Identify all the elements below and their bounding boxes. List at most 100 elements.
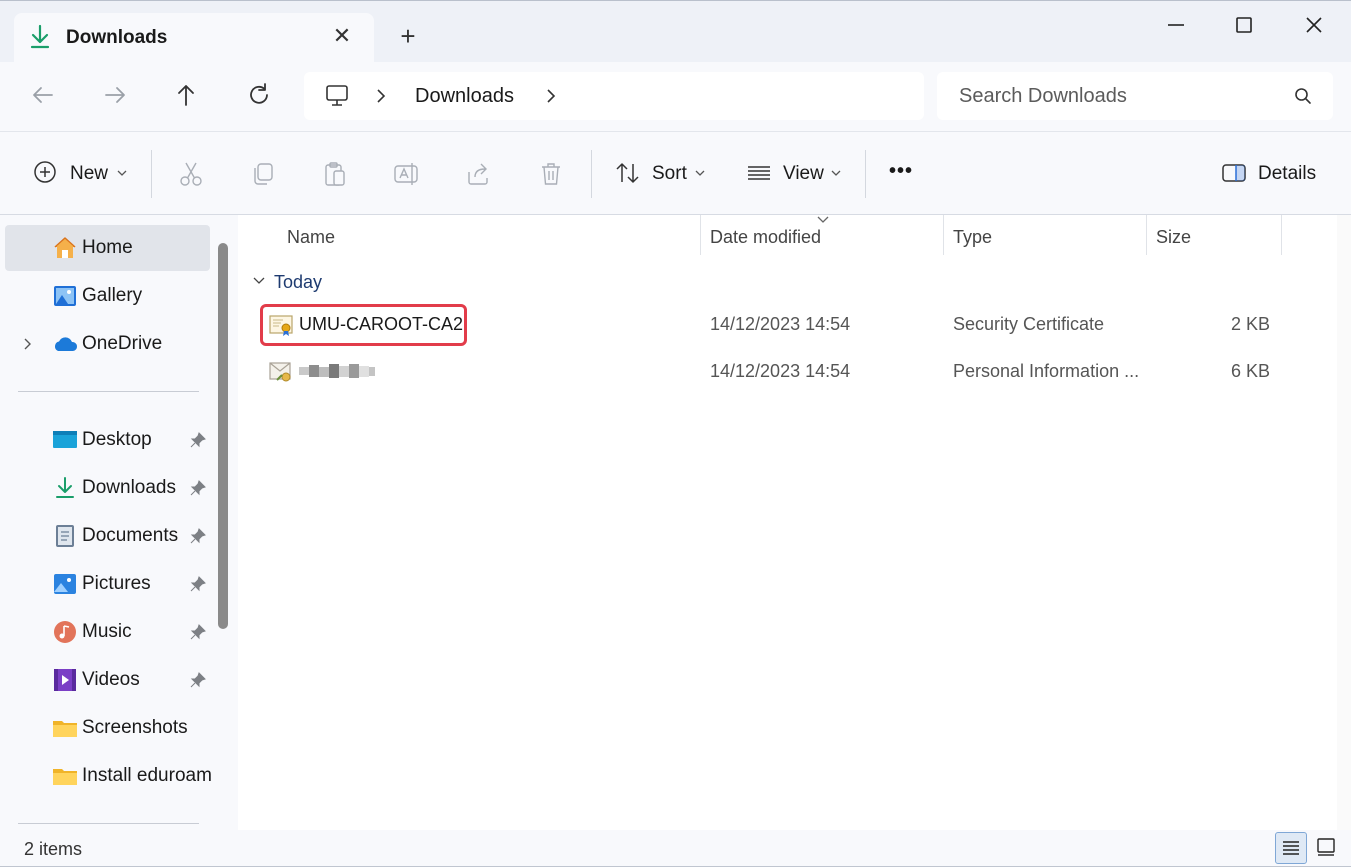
- sidebar-divider: [18, 391, 199, 392]
- details-view-button[interactable]: [1275, 832, 1307, 864]
- chevron-down-icon: [253, 277, 265, 284]
- breadcrumb-downloads[interactable]: Downloads: [415, 85, 514, 108]
- file-list-scrollbar[interactable]: [1337, 215, 1351, 830]
- view-label: View: [783, 163, 824, 184]
- sidebar-item-label: Music: [82, 621, 132, 642]
- refresh-button[interactable]: [244, 80, 274, 110]
- column-header-type[interactable]: Type: [953, 227, 992, 248]
- column-separator[interactable]: [1281, 215, 1282, 255]
- chevron-right-icon[interactable]: [21, 335, 35, 353]
- item-count: 2 items: [24, 839, 83, 859]
- pin-icon[interactable]: [190, 480, 206, 496]
- gallery-icon: [54, 286, 76, 306]
- sidebar-item-downloads[interactable]: Downloads: [5, 465, 210, 511]
- sidebar-item-desktop[interactable]: Desktop: [5, 417, 210, 463]
- cut-icon[interactable]: [177, 160, 205, 188]
- chevron-right-icon[interactable]: [374, 86, 388, 106]
- sort-label: Sort: [652, 163, 687, 184]
- table-row[interactable]: 14/12/2023 14:54 Personal Information ..…: [252, 349, 1292, 395]
- sort-button[interactable]: Sort: [614, 158, 708, 190]
- toolbar-separator: [865, 150, 866, 198]
- personal-info-icon: [269, 362, 291, 382]
- chevron-right-icon[interactable]: [544, 86, 558, 106]
- address-bar[interactable]: Downloads: [304, 72, 924, 120]
- sidebar-item-install-eduroam[interactable]: Install eduroam: [5, 753, 212, 799]
- tab-close-button[interactable]: ✕: [330, 25, 354, 49]
- file-list: Name Date modified Type Size Today UMU-C…: [238, 215, 1351, 830]
- minimize-button[interactable]: [1158, 9, 1194, 41]
- file-type: Personal Information ...: [953, 361, 1140, 381]
- pin-icon[interactable]: [190, 432, 206, 448]
- plus-circle-icon: [34, 161, 56, 183]
- maximize-button[interactable]: [1226, 9, 1262, 41]
- large-icons-view-icon: [1317, 838, 1335, 856]
- downloads-icon: [56, 477, 74, 498]
- up-button[interactable]: [171, 80, 201, 110]
- column-header-name[interactable]: Name: [287, 227, 335, 248]
- pin-icon[interactable]: [190, 672, 206, 688]
- sidebar-scrollbar-thumb[interactable]: [218, 243, 228, 629]
- tab-downloads[interactable]: Downloads ✕: [14, 13, 374, 63]
- sidebar-item-label: Downloads: [82, 477, 176, 498]
- back-button[interactable]: [28, 80, 58, 110]
- column-header-size[interactable]: Size: [1156, 227, 1191, 248]
- rename-icon[interactable]: [392, 160, 420, 188]
- table-row[interactable]: UMU-CAROOT-CA2 14/12/2023 14:54 Security…: [252, 302, 1292, 348]
- folder-icon: [53, 769, 77, 785]
- details-button[interactable]: Details: [1221, 158, 1321, 190]
- sidebar-item-documents[interactable]: Documents: [5, 513, 210, 559]
- sidebar-item-label: Install eduroam: [82, 765, 212, 786]
- sidebar-item-label: Pictures: [82, 573, 151, 594]
- sidebar-item-music[interactable]: Music: [5, 609, 210, 655]
- file-size: 6 KB: [1230, 361, 1270, 381]
- file-name[interactable]: UMU-CAROOT-CA2: [299, 314, 463, 335]
- sidebar-item-gallery[interactable]: Gallery: [5, 273, 210, 319]
- column-separator[interactable]: [1146, 215, 1147, 255]
- column-separator[interactable]: [700, 215, 701, 255]
- music-icon: [54, 621, 76, 643]
- details-view-icon: [1283, 841, 1299, 855]
- new-tab-button[interactable]: +: [394, 23, 422, 51]
- large-icons-view-button[interactable]: [1310, 832, 1342, 864]
- navigation-bar: Downloads Search Downloads: [0, 62, 1351, 131]
- sidebar-item-screenshots[interactable]: Screenshots: [5, 705, 210, 751]
- certificate-icon: [269, 315, 293, 336]
- file-type: Security Certificate: [953, 314, 1105, 334]
- new-button[interactable]: New: [32, 158, 132, 190]
- file-size: 2 KB: [1230, 314, 1270, 334]
- this-pc-icon[interactable]: [324, 84, 350, 108]
- column-separator[interactable]: [943, 215, 944, 255]
- more-options-button[interactable]: •••: [889, 160, 913, 183]
- search-box[interactable]: Search Downloads: [937, 72, 1333, 120]
- sidebar-item-videos[interactable]: Videos: [5, 657, 210, 703]
- sidebar-item-pictures[interactable]: Pictures: [5, 561, 210, 607]
- pin-icon[interactable]: [190, 576, 206, 592]
- file-date: 14/12/2023 14:54: [710, 314, 851, 334]
- group-label: Today: [274, 272, 323, 292]
- folder-icon: [53, 721, 77, 737]
- copy-icon[interactable]: [249, 160, 277, 188]
- sidebar-item-label: OneDrive: [82, 333, 163, 354]
- close-window-button[interactable]: [1296, 9, 1332, 41]
- view-button[interactable]: View: [746, 158, 846, 190]
- column-header-date[interactable]: Date modified: [710, 227, 821, 248]
- onedrive-icon: [54, 337, 78, 351]
- sidebar-item-home[interactable]: Home: [5, 225, 210, 271]
- details-label: Details: [1258, 163, 1317, 184]
- sidebar-item-label: Videos: [82, 669, 140, 690]
- share-icon[interactable]: [465, 160, 493, 188]
- sidebar-item-label: Home: [82, 237, 133, 258]
- sidebar-item-onedrive[interactable]: OneDrive: [5, 321, 210, 367]
- pin-icon[interactable]: [190, 624, 206, 640]
- home-icon: [54, 237, 76, 258]
- view-list-icon: [748, 166, 770, 180]
- delete-icon[interactable]: [537, 160, 565, 188]
- sort-icon: [616, 163, 639, 183]
- search-icon[interactable]: [1293, 86, 1313, 106]
- paste-icon[interactable]: [321, 160, 349, 188]
- pin-icon[interactable]: [190, 528, 206, 544]
- search-input[interactable]: Search Downloads: [959, 85, 1127, 108]
- pictures-icon: [54, 574, 76, 594]
- forward-button[interactable]: [100, 80, 130, 110]
- documents-icon: [56, 525, 74, 547]
